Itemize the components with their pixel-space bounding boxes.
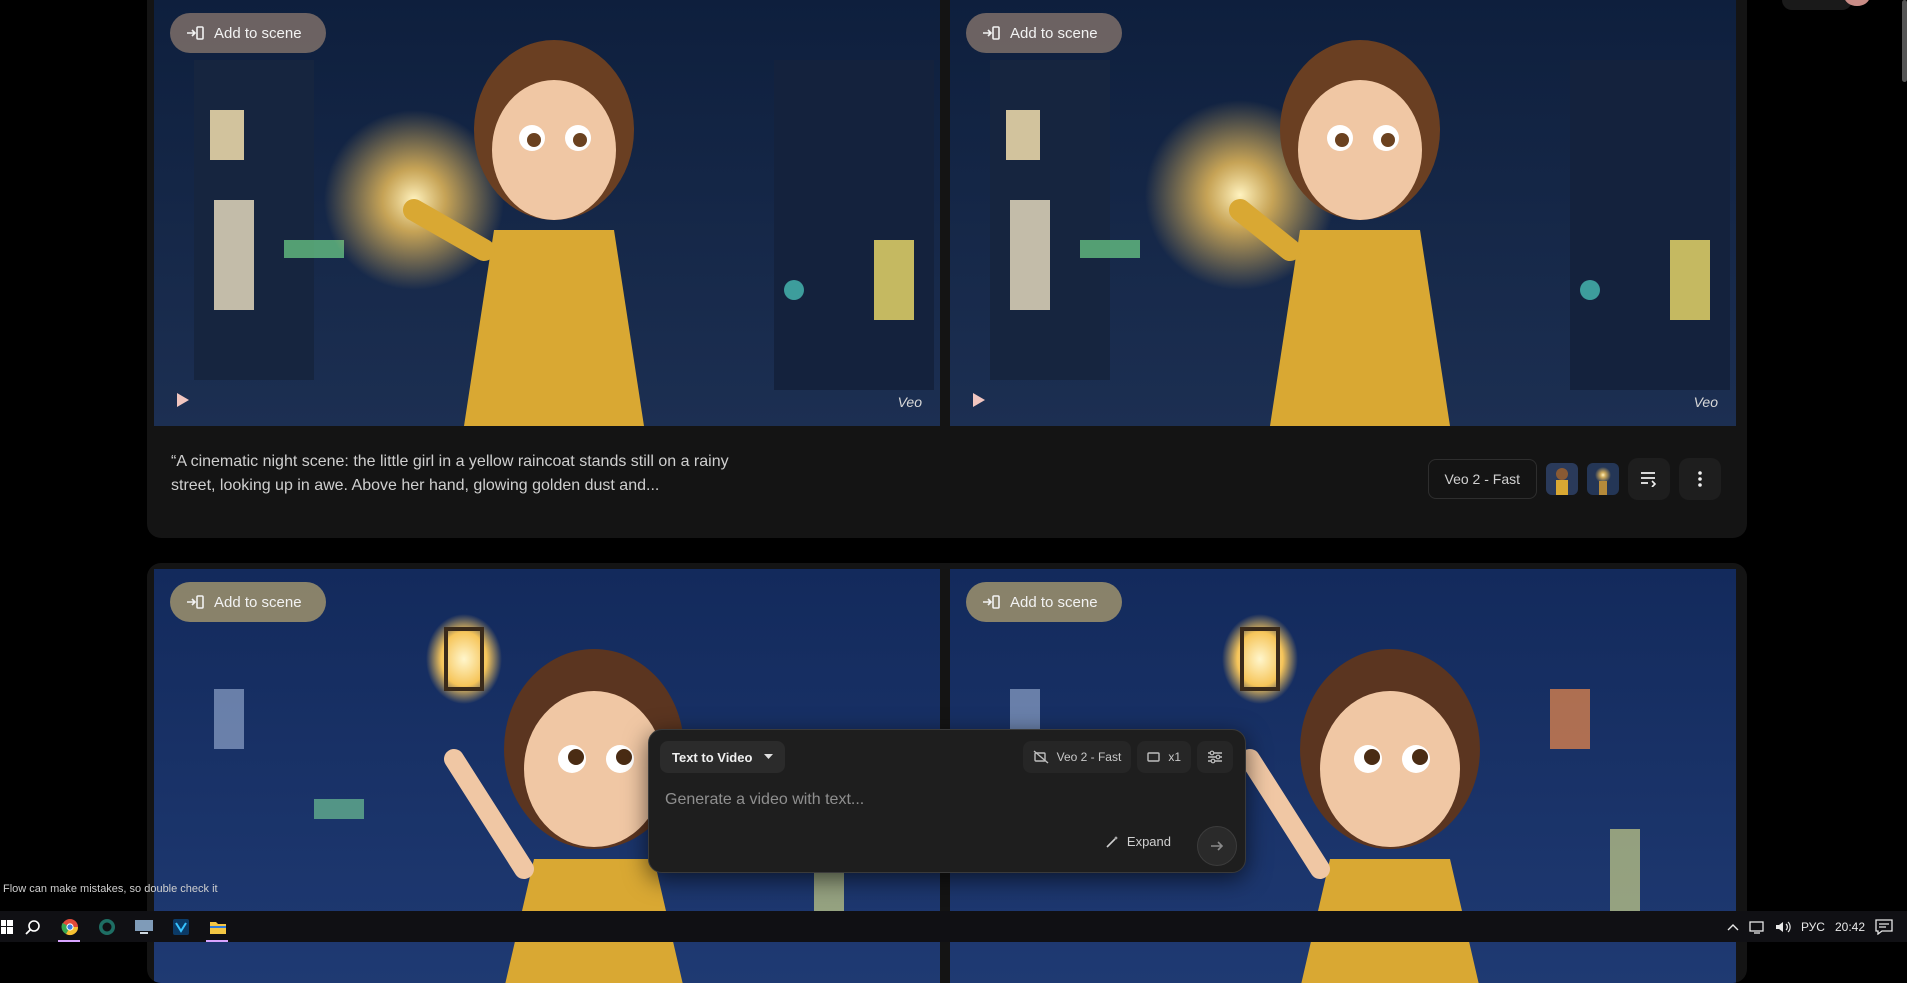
send-button[interactable] bbox=[1197, 826, 1237, 866]
video-frame bbox=[950, 0, 1736, 426]
generation-meta: Veo 2 - Fast bbox=[1427, 458, 1721, 500]
add-to-scene-label: Add to scene bbox=[214, 24, 302, 42]
add-to-scene-label: Add to scene bbox=[1010, 593, 1098, 611]
prompt-settings: Veo 2 - Fast x1 bbox=[1022, 741, 1233, 773]
page-scrollbar[interactable] bbox=[1902, 0, 1907, 82]
settings-button[interactable] bbox=[1197, 741, 1233, 773]
prompt-input[interactable] bbox=[663, 786, 1227, 814]
arrow-right-icon bbox=[1211, 841, 1224, 851]
folder-icon bbox=[209, 921, 226, 934]
start-button[interactable] bbox=[0, 911, 14, 942]
reference-image bbox=[1546, 463, 1578, 495]
add-to-scene-button[interactable]: Add to scene bbox=[966, 582, 1122, 622]
reuse-prompt-icon bbox=[1641, 472, 1657, 487]
prompt-composer: Text to Video Veo 2 - Fast x1 Expand bbox=[648, 729, 1246, 873]
windows-icon bbox=[1, 919, 13, 934]
prompt-caption[interactable]: “A cinematic night scene: the little gir… bbox=[171, 450, 731, 498]
taskbar-app-chrome[interactable] bbox=[51, 911, 88, 942]
caret-down-icon bbox=[764, 754, 774, 759]
add-to-scene-button[interactable]: Add to scene bbox=[170, 582, 326, 622]
chevron-up-icon[interactable] bbox=[1727, 923, 1739, 931]
taskbar-app-3[interactable] bbox=[125, 911, 162, 942]
add-to-scene-button[interactable]: Add to scene bbox=[966, 13, 1122, 53]
audio-off-icon bbox=[1033, 750, 1049, 764]
video-thumbnail[interactable]: Add to scene Veo bbox=[950, 0, 1736, 426]
system-tray: РУС 20:42 bbox=[1727, 911, 1907, 942]
more-options-button[interactable] bbox=[1679, 458, 1721, 500]
chrome-icon bbox=[61, 918, 78, 935]
pen-sparkle-icon bbox=[1106, 835, 1118, 848]
volume-icon[interactable] bbox=[1775, 920, 1791, 934]
play-icon[interactable] bbox=[176, 392, 190, 408]
model-selector-label: Veo 2 - Fast bbox=[1056, 750, 1122, 764]
veo-watermark: Veo bbox=[897, 394, 922, 410]
network-icon[interactable] bbox=[1749, 920, 1765, 934]
output-count-selector[interactable]: x1 bbox=[1137, 741, 1191, 773]
clock[interactable]: 20:42 bbox=[1835, 920, 1865, 934]
taskbar: РУС 20:42 bbox=[0, 911, 1907, 942]
add-to-scene-icon bbox=[187, 595, 204, 609]
search-taskbar-button[interactable] bbox=[14, 911, 51, 942]
language-indicator[interactable]: РУС bbox=[1801, 920, 1825, 934]
video-thumbnail[interactable]: Add to scene Veo bbox=[154, 0, 940, 426]
add-to-scene-label: Add to scene bbox=[1010, 24, 1098, 42]
sliders-icon bbox=[1208, 750, 1222, 764]
top-right-control[interactable] bbox=[1782, 0, 1852, 10]
add-to-scene-icon bbox=[983, 595, 1000, 609]
expand-button[interactable]: Expand bbox=[1105, 834, 1171, 849]
notifications-icon[interactable] bbox=[1875, 918, 1893, 935]
generation-card: Add to scene Veo Add to scene Veo “A cin… bbox=[147, 0, 1747, 538]
add-to-scene-label: Add to scene bbox=[214, 593, 302, 611]
mode-label: Text to Video bbox=[672, 749, 753, 765]
model-badge: Veo 2 - Fast bbox=[1427, 459, 1537, 499]
add-to-scene-button[interactable]: Add to scene bbox=[170, 13, 326, 53]
expand-label: Expand bbox=[1126, 834, 1171, 849]
video-frame bbox=[154, 0, 940, 426]
taskbar-app-explorer[interactable] bbox=[199, 911, 236, 942]
output-count-label: x1 bbox=[1168, 750, 1181, 764]
model-selector[interactable]: Veo 2 - Fast bbox=[1022, 741, 1132, 773]
code-app-icon bbox=[172, 918, 189, 935]
taskbar-app-2[interactable] bbox=[88, 911, 125, 942]
add-to-scene-icon bbox=[187, 26, 204, 40]
more-vertical-icon bbox=[1698, 471, 1702, 487]
reference-image bbox=[1587, 463, 1619, 495]
reference-thumbnail[interactable] bbox=[1546, 463, 1578, 495]
aspect-ratio-icon bbox=[1147, 752, 1161, 762]
add-to-scene-icon bbox=[983, 26, 1000, 40]
veo-watermark: Veo bbox=[1693, 394, 1718, 410]
reuse-prompt-button[interactable] bbox=[1628, 458, 1670, 500]
app-circle-icon bbox=[98, 918, 115, 935]
reference-thumbnail[interactable] bbox=[1587, 463, 1619, 495]
desktop-app-icon bbox=[134, 919, 153, 934]
taskbar-app-4[interactable] bbox=[162, 911, 199, 942]
play-icon[interactable] bbox=[972, 392, 986, 408]
mode-dropdown[interactable]: Text to Video bbox=[660, 741, 786, 773]
search-icon bbox=[24, 919, 40, 935]
disclaimer-text: Flow can make mistakes, so double check … bbox=[3, 883, 218, 895]
